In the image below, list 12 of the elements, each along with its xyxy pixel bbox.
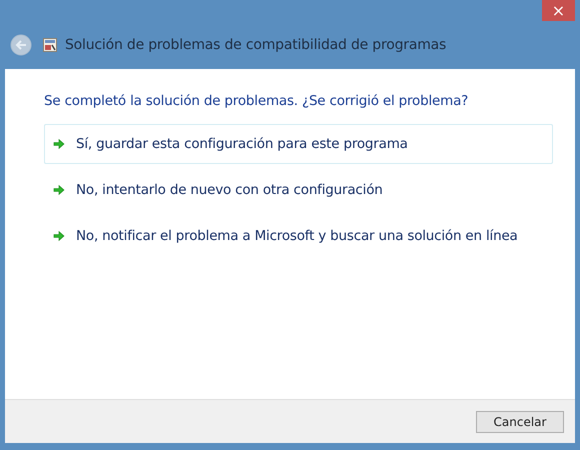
arrow-icon — [53, 230, 65, 242]
question-heading: Se completó la solución de problemas. ¿Se corrigió el problema? — [44, 93, 470, 109]
program-icon — [43, 38, 57, 52]
option-link[interactable]: No, notificar el problema a Microsoft y buscar una solución en línea — [44, 216, 553, 256]
cancel-button[interactable]: Cancelar — [476, 410, 564, 432]
option-link[interactable]: No, intentarlo de nuevo con otra configuración — [44, 170, 553, 210]
option-link[interactable]: Sí, guardar esta configuración para este programa — [44, 124, 553, 164]
back-icon[interactable] — [10, 34, 32, 56]
close-button[interactable]: × — [542, 0, 575, 21]
arrow-icon — [53, 138, 65, 150]
arrow-icon — [53, 184, 65, 196]
window-title: Solución de problemas de compatibilidad de programas — [65, 37, 446, 53]
